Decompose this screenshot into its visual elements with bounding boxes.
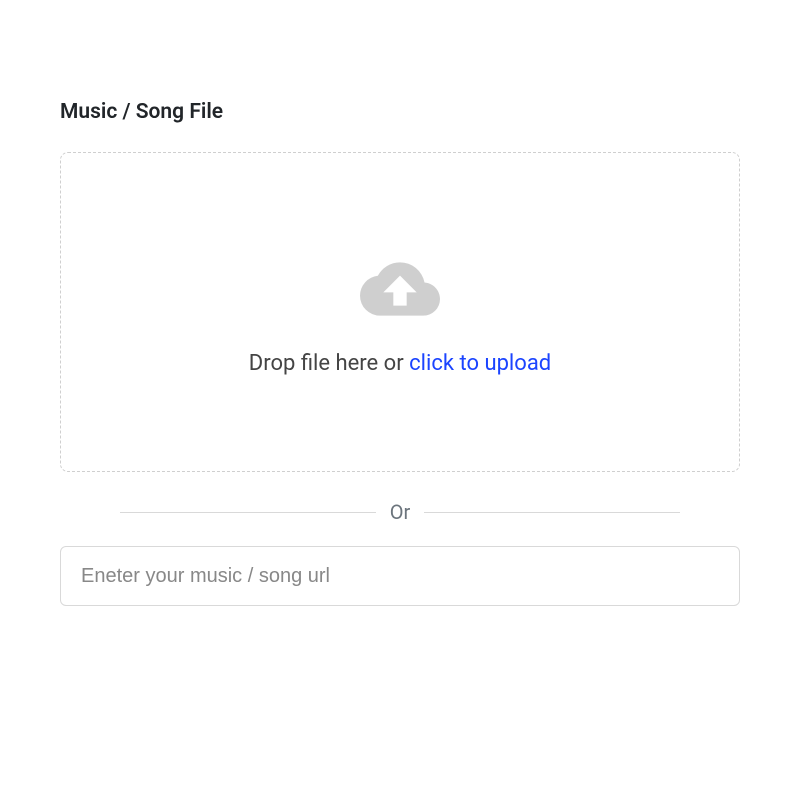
divider-line-right [424,512,680,513]
section-label: Music / Song File [60,100,740,124]
divider-label: Or [376,500,425,524]
divider: Or [120,500,680,524]
file-dropzone[interactable]: Drop file here or click to upload [60,152,740,472]
click-to-upload-link[interactable]: click to upload [409,351,551,376]
cloud-upload-icon [345,249,455,329]
music-url-input[interactable] [60,546,740,606]
dropzone-text: Drop file here or click to upload [249,351,551,376]
divider-line-left [120,512,376,513]
dropzone-prompt-prefix: Drop file here or [249,351,409,376]
